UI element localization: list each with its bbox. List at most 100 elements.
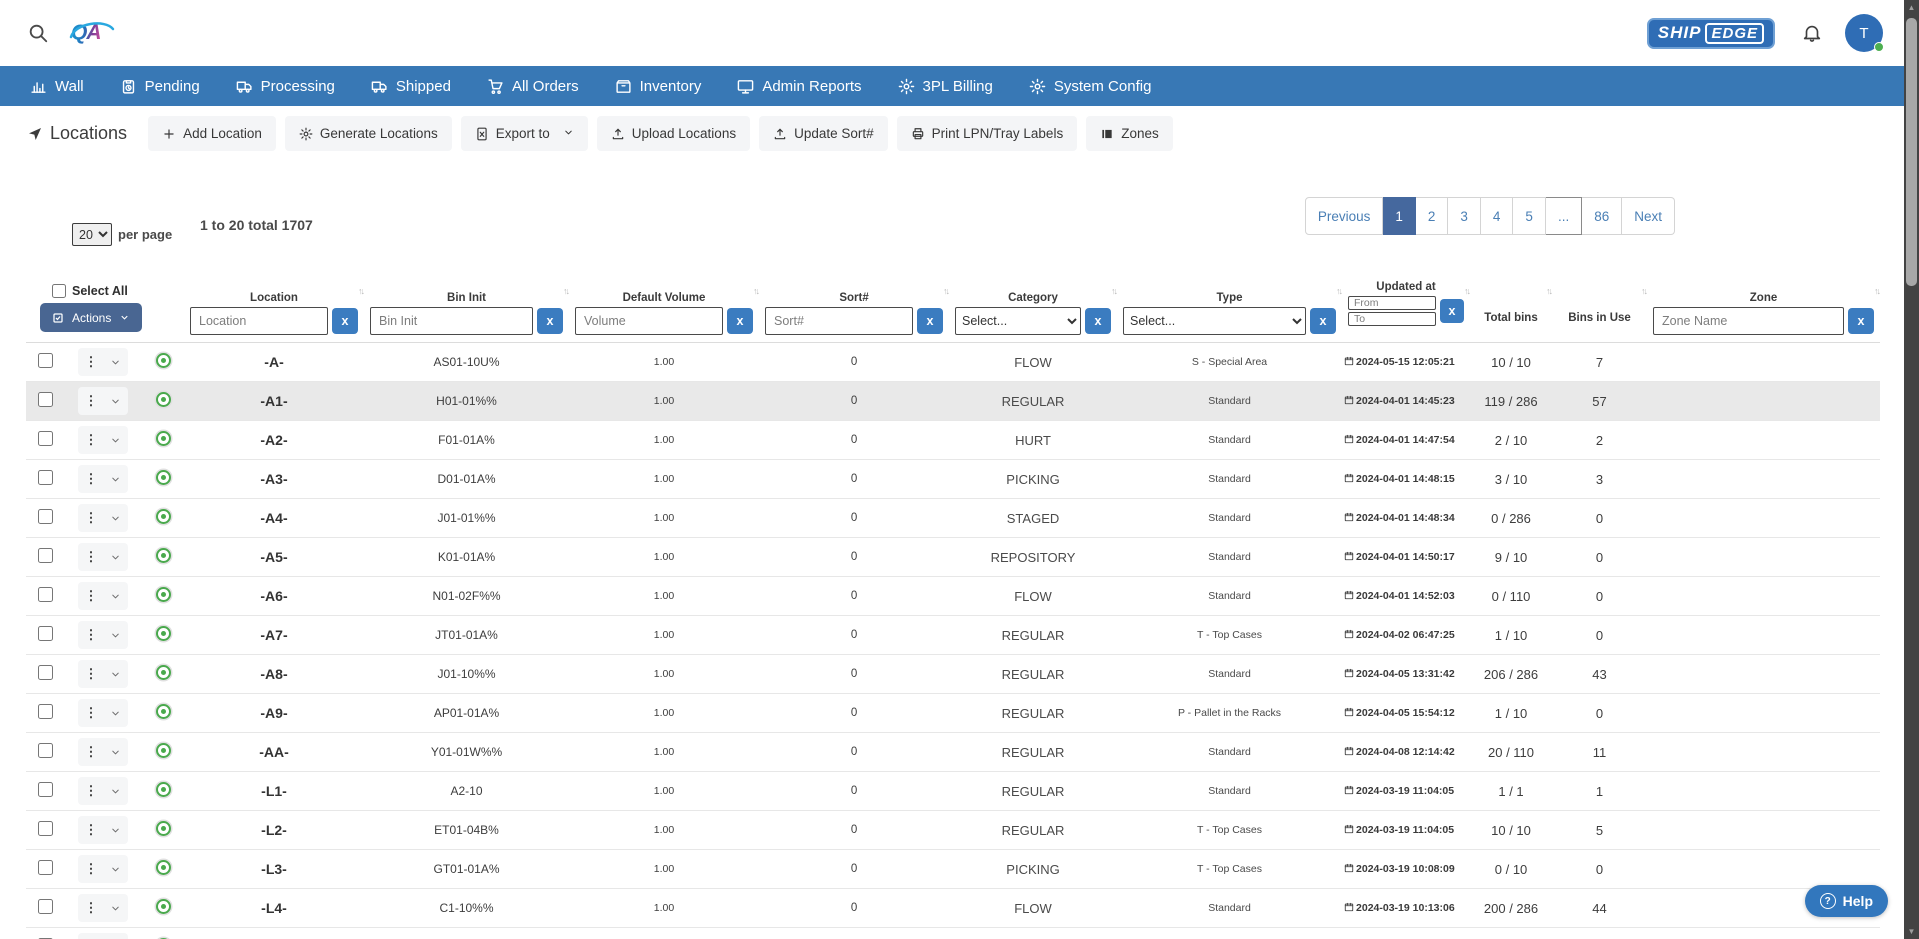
- row-menu-button[interactable]: ⋮: [80, 740, 102, 764]
- row-checkbox[interactable]: [38, 899, 53, 914]
- sort-icon[interactable]: ↑↓: [1546, 286, 1551, 296]
- column-label-category[interactable]: Category: [955, 292, 1111, 304]
- nav-item-admin-reports[interactable]: Admin Reports: [737, 78, 861, 95]
- nav-item-processing[interactable]: Processing: [236, 78, 335, 95]
- next-button[interactable]: Next: [1622, 197, 1675, 235]
- nav-item-pending[interactable]: Pending: [120, 78, 200, 95]
- update-sort-button[interactable]: Update Sort#: [759, 116, 888, 151]
- row-expand-button[interactable]: [104, 818, 126, 842]
- workspace-logo[interactable]: QA: [71, 21, 101, 45]
- per-page-select[interactable]: 20: [72, 223, 112, 246]
- row-expand-button[interactable]: [104, 935, 126, 939]
- type-filter-select[interactable]: Select...: [1123, 307, 1306, 335]
- page-button-1[interactable]: 1: [1383, 197, 1416, 235]
- location-filter-clear-button[interactable]: x: [332, 308, 358, 334]
- sort-icon[interactable]: ↑↓: [1336, 286, 1341, 296]
- row-expand-button[interactable]: [104, 662, 126, 686]
- page-button-4[interactable]: 4: [1481, 197, 1514, 235]
- category-filter-clear-button[interactable]: x: [1085, 308, 1111, 334]
- row-expand-button[interactable]: [104, 623, 126, 647]
- volume-filter-clear-button[interactable]: x: [727, 308, 753, 334]
- row-checkbox[interactable]: [38, 509, 53, 524]
- row-expand-button[interactable]: [104, 350, 126, 374]
- scroll-down-arrow-icon[interactable]: ▼: [1904, 927, 1919, 936]
- nav-item-system-config[interactable]: System Config: [1029, 78, 1152, 95]
- zones-button[interactable]: Zones: [1086, 116, 1173, 151]
- row-checkbox[interactable]: [38, 665, 53, 680]
- updated-from-filter-input[interactable]: [1348, 296, 1436, 310]
- category-filter-select[interactable]: Select...: [955, 307, 1081, 335]
- nav-item-wall[interactable]: Wall: [30, 78, 84, 95]
- ellipsis-button[interactable]: ...: [1546, 197, 1582, 235]
- row-expand-button[interactable]: [104, 467, 126, 491]
- row-menu-button[interactable]: ⋮: [80, 584, 102, 608]
- user-avatar[interactable]: T: [1845, 14, 1883, 52]
- row-menu-button[interactable]: ⋮: [80, 545, 102, 569]
- row-checkbox[interactable]: [38, 626, 53, 641]
- row-menu-button[interactable]: ⋮: [80, 623, 102, 647]
- upload-locations-button[interactable]: Upload Locations: [597, 116, 750, 151]
- sort-icon[interactable]: ↑↓: [1111, 286, 1116, 296]
- column-label-zone[interactable]: Zone: [1653, 292, 1874, 304]
- row-expand-button[interactable]: [104, 779, 126, 803]
- column-label-type[interactable]: Type: [1123, 292, 1336, 304]
- zone-filter-input[interactable]: [1653, 307, 1844, 335]
- row-expand-button[interactable]: [104, 584, 126, 608]
- row-checkbox[interactable]: [38, 704, 53, 719]
- updated-to-filter-input[interactable]: [1348, 312, 1436, 326]
- actions-button[interactable]: Actions: [40, 303, 142, 332]
- sort-icon[interactable]: ↑↓: [1874, 286, 1879, 296]
- status-icon[interactable]: [156, 548, 171, 563]
- row-checkbox[interactable]: [38, 821, 53, 836]
- scrollbar-thumb[interactable]: [1906, 18, 1917, 286]
- row-expand-button[interactable]: [104, 857, 126, 881]
- select-all-checkbox[interactable]: [52, 284, 66, 298]
- status-icon[interactable]: [156, 743, 171, 758]
- sort-icon[interactable]: ↑↓: [753, 286, 758, 296]
- notifications-button[interactable]: [1801, 22, 1823, 44]
- nav-item-3pl-billing[interactable]: 3PL Billing: [898, 78, 993, 95]
- row-menu-button[interactable]: ⋮: [80, 350, 102, 374]
- sort-icon[interactable]: ↑↓: [1464, 286, 1469, 296]
- vertical-scrollbar[interactable]: ▲ ▼: [1904, 0, 1919, 939]
- status-icon[interactable]: [156, 392, 171, 407]
- row-expand-button[interactable]: [104, 506, 126, 530]
- row-expand-button[interactable]: [104, 389, 126, 413]
- status-icon[interactable]: [156, 860, 171, 875]
- row-expand-button[interactable]: [104, 545, 126, 569]
- status-icon[interactable]: [156, 353, 171, 368]
- status-icon[interactable]: [156, 899, 171, 914]
- updated-filter-clear-button[interactable]: x: [1440, 299, 1464, 323]
- row-checkbox[interactable]: [38, 743, 53, 758]
- column-label-sort[interactable]: Sort#: [765, 292, 943, 304]
- row-expand-button[interactable]: [104, 896, 126, 920]
- sort-icon[interactable]: ↑↓: [563, 286, 568, 296]
- column-label-location[interactable]: Location: [190, 292, 358, 304]
- sort-icon[interactable]: ↑↓: [1641, 286, 1646, 296]
- location-filter-input[interactable]: [190, 307, 328, 335]
- row-checkbox[interactable]: [38, 782, 53, 797]
- row-checkbox[interactable]: [38, 431, 53, 446]
- help-button[interactable]: ? Help: [1805, 885, 1888, 917]
- row-menu-button[interactable]: ⋮: [80, 467, 102, 491]
- row-menu-button[interactable]: ⋮: [80, 662, 102, 686]
- row-expand-button[interactable]: [104, 428, 126, 452]
- row-checkbox[interactable]: [38, 470, 53, 485]
- sort-filter-input[interactable]: [765, 307, 913, 335]
- row-menu-button[interactable]: ⋮: [80, 389, 102, 413]
- sort-icon[interactable]: ↑↓: [943, 286, 948, 296]
- row-checkbox[interactable]: [38, 353, 53, 368]
- volume-filter-input[interactable]: [575, 307, 723, 335]
- status-icon[interactable]: [156, 665, 171, 680]
- nav-item-inventory[interactable]: Inventory: [615, 78, 702, 95]
- nav-item-shipped[interactable]: Shipped: [371, 78, 451, 95]
- column-label-bins-in-use[interactable]: Bins in Use: [1558, 312, 1641, 324]
- type-filter-clear-button[interactable]: x: [1310, 308, 1336, 334]
- row-checkbox[interactable]: [38, 587, 53, 602]
- bin-init-filter-input[interactable]: [370, 307, 533, 335]
- column-label-bin-init[interactable]: Bin Init: [370, 292, 563, 304]
- status-icon[interactable]: [156, 470, 171, 485]
- row-menu-button[interactable]: ⋮: [80, 935, 102, 939]
- row-checkbox[interactable]: [38, 860, 53, 875]
- export-to-button[interactable]: Export to: [461, 116, 588, 151]
